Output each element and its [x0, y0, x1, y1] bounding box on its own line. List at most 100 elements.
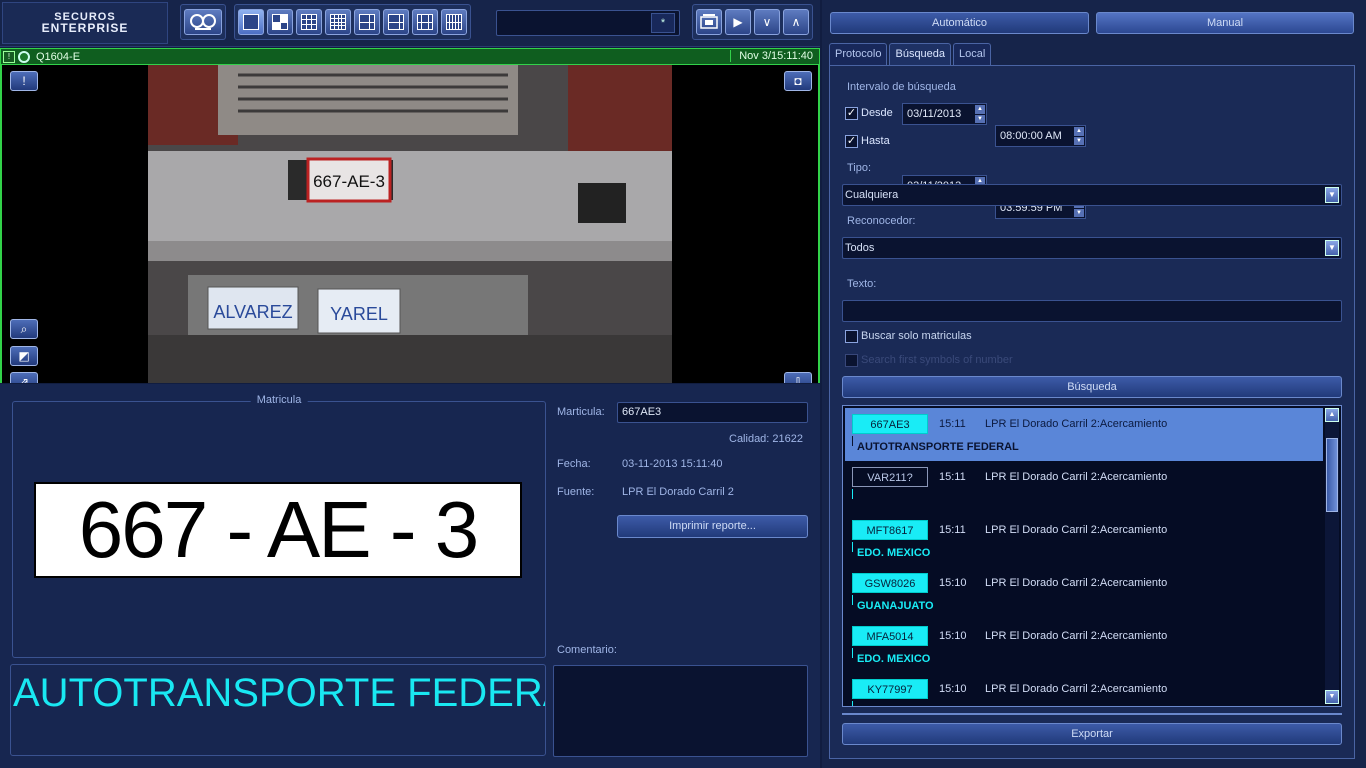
layout-1x1-button[interactable]	[238, 9, 264, 35]
media-archive-button[interactable]	[184, 9, 222, 35]
search-wildcard-button[interactable]: *	[651, 13, 675, 33]
result-row[interactable]: MFA5014 15:10 LPR El Dorado Carril 2:Acerc…	[845, 620, 1323, 673]
truck-image: 667-AE-3 ALVAREZ YAREL	[148, 65, 672, 383]
reconocedor-label: Reconocedor:	[847, 215, 916, 227]
image-icon: ◩	[18, 349, 30, 363]
result-row[interactable]: 667AE3 15:11 LPR El Dorado Carril 2:Acerca…	[845, 408, 1323, 461]
reel-icon	[190, 14, 216, 30]
tipo-select[interactable]: Cualquiera ▼	[842, 184, 1342, 206]
result-marker	[852, 542, 853, 552]
search-button[interactable]: Búsqueda	[842, 376, 1342, 398]
reconocedor-value: Todos	[845, 242, 875, 254]
layout-1p7-button[interactable]	[383, 9, 409, 35]
media-group	[180, 4, 226, 40]
snapshot-button[interactable]: ◘	[784, 71, 812, 91]
rear-plate-left-text: ALVAREZ	[213, 302, 292, 322]
image-button[interactable]: ◩	[10, 346, 38, 366]
download-button[interactable]: ⇩	[784, 372, 812, 383]
layout-4x4-button[interactable]	[325, 9, 351, 35]
print-report-button[interactable]: Imprimir reporte...	[617, 515, 808, 538]
desde-time-spin[interactable]: ▲ ▼	[1074, 127, 1084, 145]
only-plates-checkbox[interactable]	[845, 330, 858, 343]
result-state: EDO. MEXICO	[857, 706, 930, 707]
result-state: EDO. MEXICO	[857, 547, 931, 559]
result-source: LPR El Dorado Carril 2:Acercamiento	[985, 524, 1168, 536]
layout-4-icon	[272, 14, 288, 30]
comment-textarea[interactable]	[553, 665, 808, 757]
tab-local[interactable]: Local	[953, 43, 992, 65]
play-icon: ▶	[733, 15, 743, 29]
result-row[interactable]: MFT8617 15:11 LPR El Dorado Carril 2:Acerc…	[845, 514, 1323, 567]
desde-date-spin[interactable]: ▲ ▼	[975, 105, 985, 123]
export-frame-button[interactable]: ⇗	[10, 372, 38, 383]
scroll-down-icon[interactable]: ▼	[1325, 690, 1339, 704]
camera-name: Q1604-E	[36, 50, 81, 63]
results-list[interactable]: 667AE3 15:11 LPR El Dorado Carril 2:Acerca…	[842, 405, 1342, 707]
camera-list-icon	[700, 14, 718, 29]
alert-icon: !	[22, 74, 26, 88]
only-plates-label: Buscar solo matriculas	[861, 330, 972, 342]
camera-snapshot-icon: ◘	[794, 74, 802, 88]
front-plate-text: 667-AE-3	[313, 172, 385, 191]
hasta-checkbox[interactable]: ✓	[845, 135, 858, 148]
alarm-button[interactable]: !	[10, 71, 38, 91]
camera-search-input[interactable]: *	[496, 10, 680, 36]
export-button[interactable]: Exportar	[842, 723, 1342, 745]
result-row[interactable]: GSW8026 15:10 LPR El Dorado Carril 2:Acerc…	[845, 567, 1323, 620]
result-marker	[852, 648, 853, 658]
desde-date-field[interactable]: 03/11/2013 ▲ ▼	[902, 103, 987, 125]
chevron-up-button[interactable]: ∧	[783, 9, 809, 35]
scroll-up-icon[interactable]: ▲	[1325, 408, 1339, 422]
tipo-value: Cualquiera	[845, 189, 899, 201]
chevron-down-icon: ∨	[762, 15, 772, 29]
layout-1p12-button[interactable]	[412, 9, 438, 35]
result-time: 15:10	[939, 577, 967, 589]
desde-time-field[interactable]: 08:00:00 AM ▲ ▼	[995, 125, 1086, 147]
tab-protocolo[interactable]: Protocolo	[829, 43, 888, 65]
chevron-down-button[interactable]: ∨	[754, 9, 780, 35]
wildcard-label: *	[660, 17, 666, 29]
manual-mode-button[interactable]: Manual	[1096, 12, 1354, 34]
matricula-label: Marticula:	[557, 406, 605, 418]
matricula-field[interactable]: 667AE3	[617, 402, 808, 423]
tab-busqueda[interactable]: Búsqueda	[889, 43, 952, 65]
desde-label: Desde	[861, 107, 893, 119]
result-row[interactable]: VAR211? 15:11 LPR El Dorado Carril 2:Acerc…	[845, 461, 1323, 514]
camera-timestamp: Nov 3/15:11:40	[730, 50, 813, 62]
layout-group	[234, 4, 471, 40]
automatic-mode-button[interactable]: Automático	[830, 12, 1089, 34]
layout-5x5-button[interactable]	[441, 9, 467, 35]
scroll-thumb[interactable]	[1326, 438, 1338, 512]
layout-16-icon	[330, 14, 346, 30]
video-view[interactable]: 667-AE-3 ALVAREZ YAREL ! ◘ ⌕ ◩ ⇗ ⇩	[0, 65, 820, 383]
desde-checkbox[interactable]: ✓	[845, 107, 858, 120]
nav-group: ▶ ∨ ∧	[692, 4, 813, 40]
zoom-button[interactable]: ⌕	[10, 319, 38, 339]
result-plate: 667AE3	[852, 414, 928, 434]
export-icon: ⇗	[18, 375, 30, 383]
result-plate: MFT8617	[852, 520, 928, 540]
info-icon[interactable]: !	[3, 50, 15, 63]
result-marker	[852, 595, 853, 605]
result-time: 15:10	[939, 683, 967, 695]
layout-1-icon	[243, 14, 259, 30]
result-source: LPR El Dorado Carril 2:Acercamiento	[985, 471, 1168, 483]
tipo-label: Tipo:	[847, 162, 872, 174]
layout-2x2-button[interactable]	[267, 9, 293, 35]
spin-down-icon: ▼	[1074, 136, 1084, 145]
chevron-down-icon[interactable]: ▼	[1325, 240, 1339, 256]
results-divider	[842, 713, 1342, 715]
result-row[interactable]: KY77997 15:10 LPR El Dorado Carril 2:Acerc…	[845, 673, 1323, 707]
camera-list-button[interactable]	[696, 9, 722, 35]
play-button[interactable]: ▶	[725, 9, 751, 35]
spin-down-icon: ▼	[975, 114, 985, 123]
layout-3x3-button[interactable]	[296, 9, 322, 35]
results-scrollbar[interactable]: ▲ ▼	[1325, 408, 1339, 704]
fecha-label: Fecha:	[557, 458, 591, 470]
texto-input[interactable]	[842, 300, 1342, 322]
reconocedor-select[interactable]: Todos ▼	[842, 237, 1342, 259]
layout-1p5-button[interactable]	[354, 9, 380, 35]
chevron-down-icon[interactable]: ▼	[1325, 187, 1339, 203]
result-source: LPR El Dorado Carril 2:Acercamiento	[985, 418, 1168, 430]
comment-label: Comentario:	[557, 644, 617, 656]
